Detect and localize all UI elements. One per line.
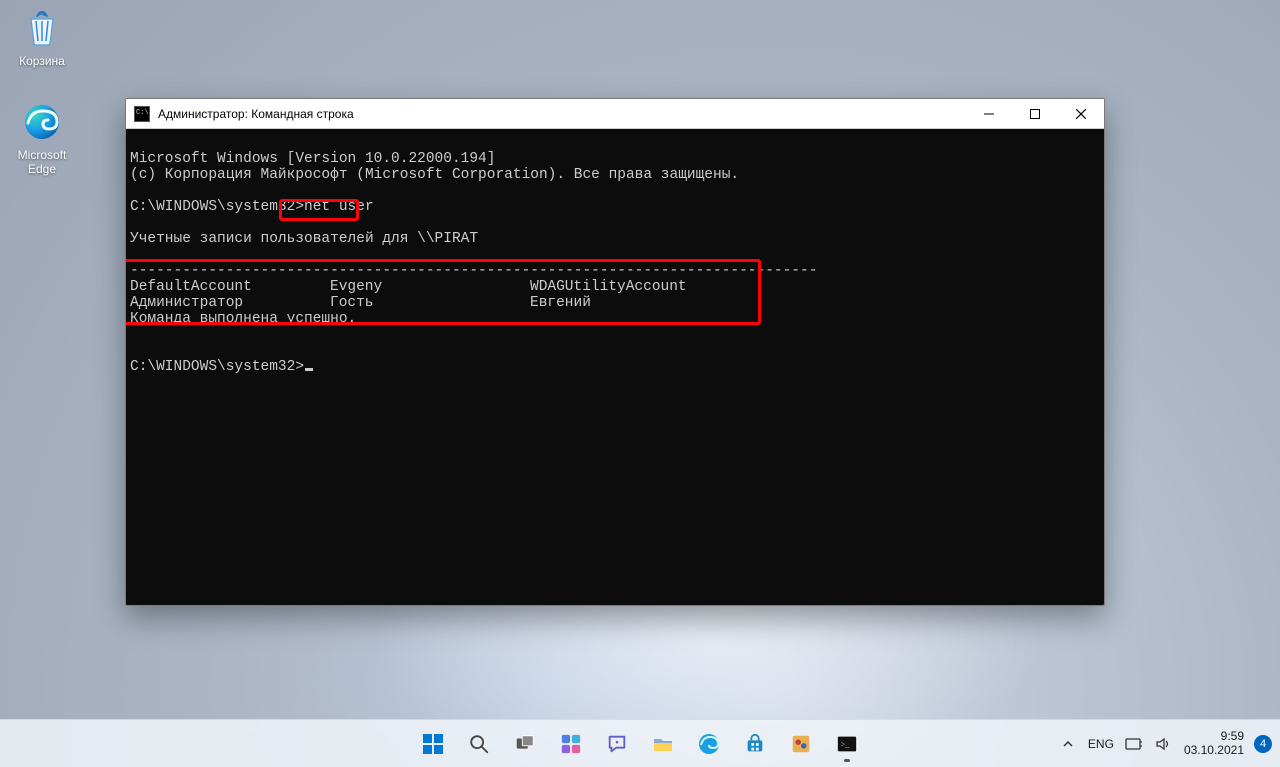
console-command: net user: [304, 199, 374, 215]
volume-icon[interactable]: [1154, 734, 1174, 754]
console-separator: ----------------------------------------…: [130, 263, 817, 279]
window-title: Администратор: Командная строка: [158, 107, 354, 121]
close-button[interactable]: [1058, 99, 1104, 129]
widgets-button[interactable]: [551, 724, 591, 764]
clock-time: 9:59: [1184, 730, 1244, 744]
file-explorer-button[interactable]: [643, 724, 683, 764]
desktop-icon-label: Microsoft Edge: [4, 148, 80, 177]
desktop-icon-label: Корзина: [4, 54, 80, 68]
user-row: DefaultAccountEvgenyWDAGUtilityAccount: [130, 279, 687, 295]
clock[interactable]: 9:59 03.10.2021: [1184, 730, 1244, 758]
recycle-bin-icon: [20, 6, 64, 50]
cmd-icon: [134, 106, 150, 122]
store-button[interactable]: [735, 724, 775, 764]
tray-chevron-up-icon[interactable]: [1058, 734, 1078, 754]
console-line: Команда выполнена успешно.: [130, 311, 356, 327]
cursor: [305, 368, 313, 371]
cmd-taskbar-button[interactable]: >_: [827, 724, 867, 764]
titlebar[interactable]: Администратор: Командная строка: [126, 99, 1104, 129]
edge-icon: [20, 100, 64, 144]
console-line: (c) Корпорация Майкрософт (Microsoft Cor…: [130, 167, 739, 183]
clock-date: 03.10.2021: [1184, 744, 1244, 758]
minimize-button[interactable]: [966, 99, 1012, 129]
desktop-icon-microsoft-edge[interactable]: Microsoft Edge: [4, 100, 80, 177]
system-tray: ENG 9:59 03.10.2021 4: [1058, 730, 1272, 758]
chat-button[interactable]: [597, 724, 637, 764]
language-indicator[interactable]: ENG: [1088, 737, 1114, 751]
start-button[interactable]: [413, 724, 453, 764]
task-view-button[interactable]: [505, 724, 545, 764]
desktop-icon-recycle-bin[interactable]: Корзина: [4, 6, 80, 68]
notification-badge[interactable]: 4: [1254, 735, 1272, 753]
notification-count: 4: [1260, 738, 1266, 750]
console-line: Учетные записи пользователей для \\PIRAT: [130, 231, 478, 247]
search-button[interactable]: [459, 724, 499, 764]
window-controls: [966, 99, 1104, 129]
maximize-button[interactable]: [1012, 99, 1058, 129]
svg-text:>_: >_: [841, 739, 851, 748]
console-area[interactable]: Microsoft Windows [Version 10.0.22000.19…: [126, 129, 1104, 605]
console-prompt: C:\WINDOWS\system32>: [130, 359, 304, 375]
user-row: АдминистраторГостьЕвгений: [130, 295, 591, 311]
taskbar-center: >_: [413, 724, 867, 764]
edge-taskbar-button[interactable]: [689, 724, 729, 764]
console-prompt: C:\WINDOWS\system32>: [130, 199, 304, 215]
app-button[interactable]: [781, 724, 821, 764]
command-prompt-window: Администратор: Командная строка Microsof…: [125, 98, 1105, 606]
console-line: Microsoft Windows [Version 10.0.22000.19…: [130, 151, 495, 167]
network-icon[interactable]: [1124, 734, 1144, 754]
taskbar: >_ ENG 9:59 03.10.2021 4: [0, 719, 1280, 767]
